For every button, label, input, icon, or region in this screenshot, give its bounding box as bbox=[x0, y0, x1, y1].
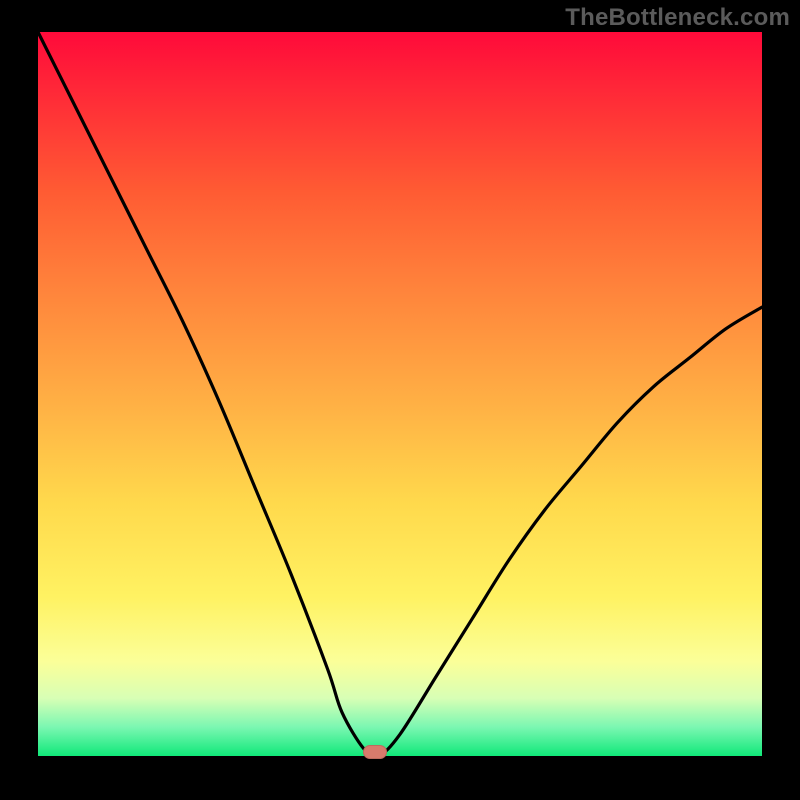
bottleneck-curve bbox=[38, 32, 762, 756]
plot-area bbox=[38, 32, 762, 756]
chart-frame: TheBottleneck.com bbox=[0, 0, 800, 800]
watermark-text: TheBottleneck.com bbox=[565, 4, 790, 32]
optimum-marker bbox=[363, 745, 387, 759]
